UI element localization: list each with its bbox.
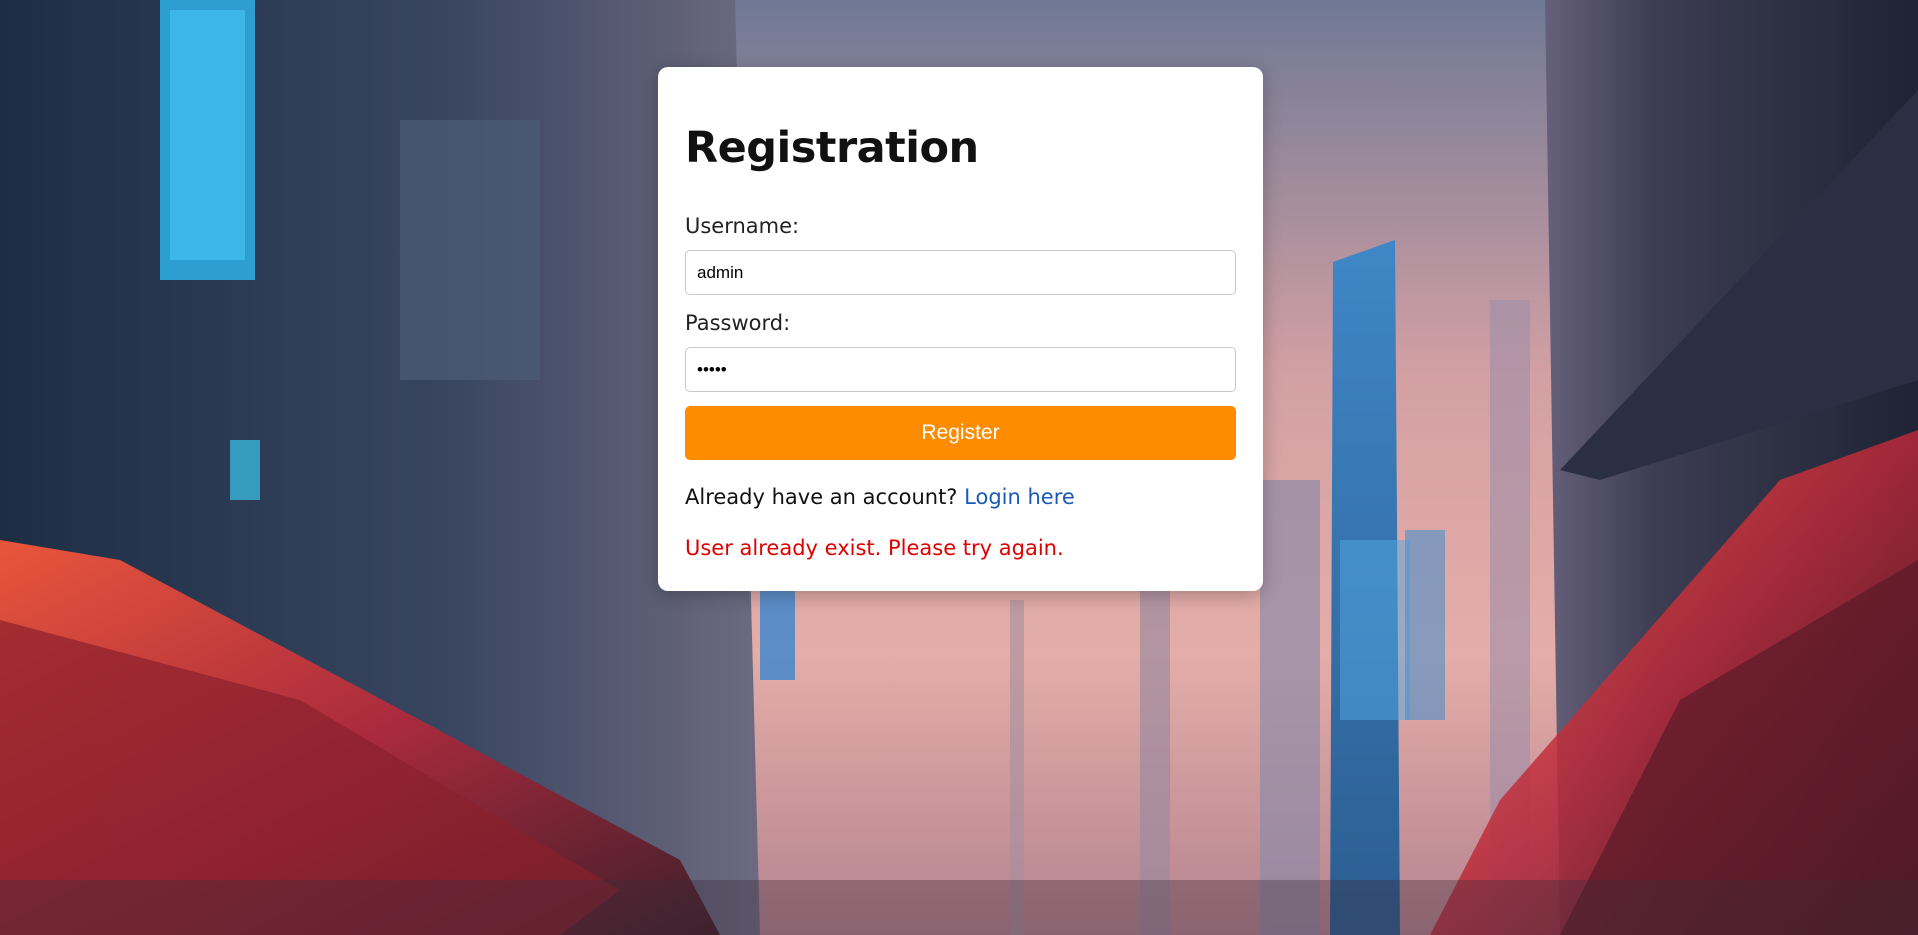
registration-card: Registration Username: Password: Registe… [658, 67, 1263, 591]
password-input[interactable] [685, 347, 1236, 392]
register-button[interactable]: Register [685, 406, 1236, 460]
password-label: Password: [685, 311, 791, 335]
login-prompt-text: Already have an account? [685, 485, 958, 509]
login-link[interactable]: Login here [964, 485, 1075, 509]
username-input[interactable] [685, 250, 1236, 295]
error-message: User already exist. Please try again. [685, 536, 1064, 560]
username-label: Username: [685, 214, 800, 238]
page-title: Registration [685, 123, 979, 173]
login-prompt: Already have an account? Login here [685, 485, 1075, 509]
